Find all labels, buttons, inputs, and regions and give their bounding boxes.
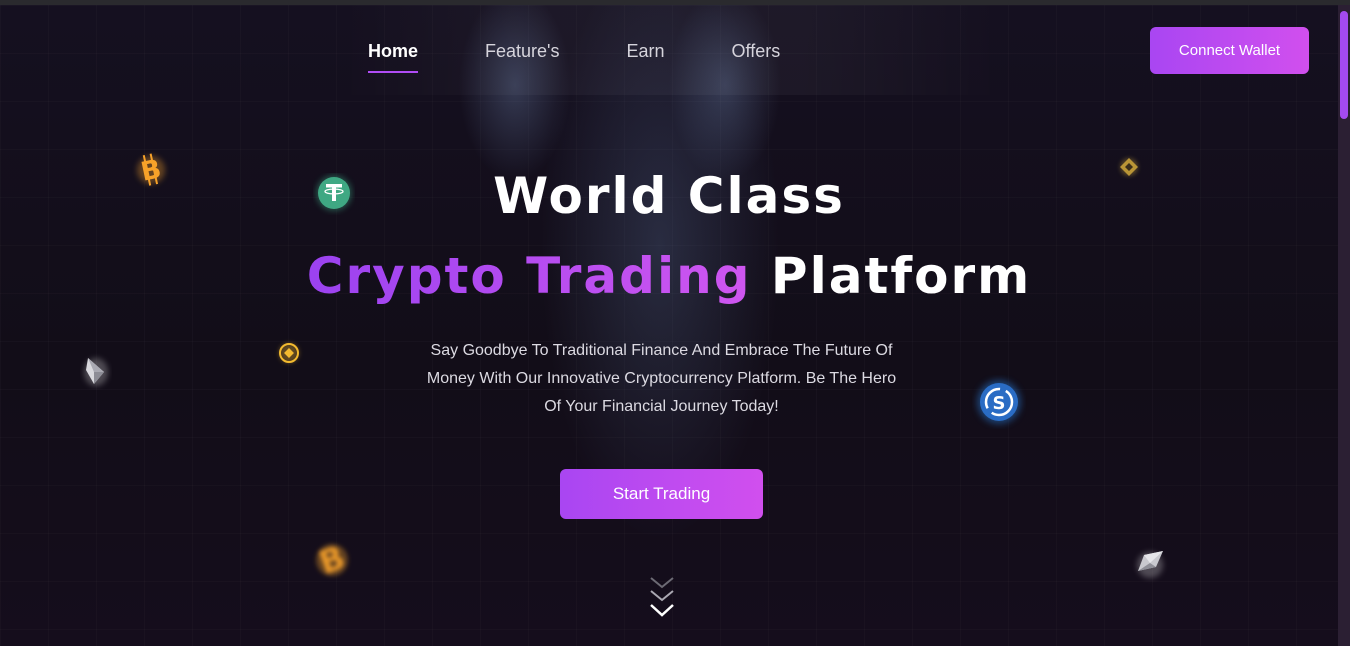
nav-item-features[interactable]: Feature's	[485, 38, 559, 70]
binance-icon-small	[1114, 152, 1144, 182]
hero-title-line2: Crypto Trading Platform	[0, 246, 1338, 306]
main-nav: Home Feature's Earn Offers	[368, 38, 847, 73]
binance-icon	[273, 337, 305, 369]
tether-icon	[313, 173, 355, 215]
hero-title-accent: Crypto Trading	[306, 247, 752, 305]
hero-title-rest: Platform	[770, 247, 1032, 305]
nav-item-home[interactable]: Home	[368, 38, 419, 73]
page-scrollbar[interactable]	[1338, 5, 1350, 646]
hero-subtitle: Say Goodbye To Traditional Finance And E…	[426, 342, 897, 415]
svg-text:B: B	[314, 538, 350, 582]
ethereum-icon-right	[1130, 545, 1170, 585]
bitcoin-icon: B	[128, 148, 174, 194]
svg-text:S: S	[993, 393, 1006, 414]
scrollbar-thumb[interactable]	[1340, 11, 1348, 119]
nav-item-offers[interactable]: Offers	[732, 38, 781, 70]
chevrons-down-icon[interactable]	[648, 574, 676, 622]
bitcoin-icon-blurred: B	[304, 533, 360, 589]
ethereum-icon	[80, 352, 112, 390]
start-trading-button[interactable]: Start Trading	[560, 469, 763, 519]
usdc-icon: S	[972, 375, 1026, 429]
nav-item-earn[interactable]: Earn	[627, 38, 665, 70]
connect-wallet-button[interactable]: Connect Wallet	[1150, 27, 1309, 74]
